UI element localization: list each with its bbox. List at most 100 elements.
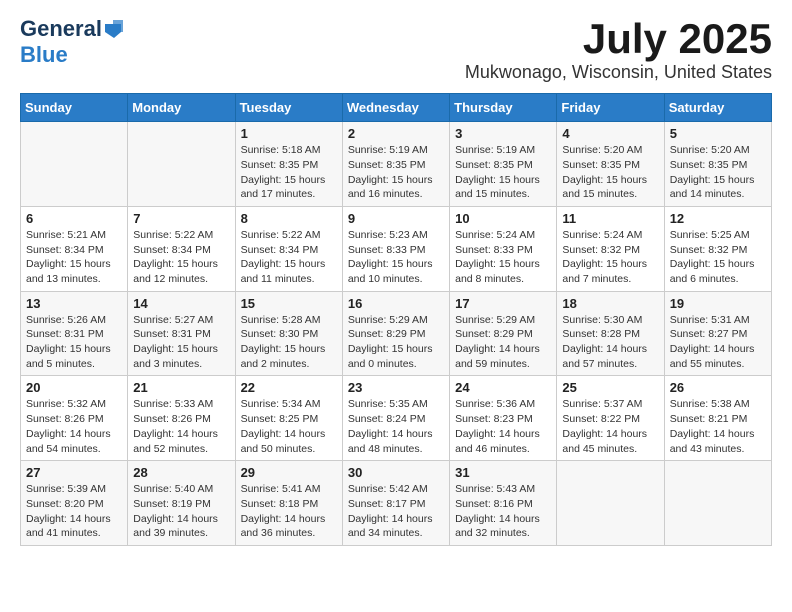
calendar-cell: 25 Sunrise: 5:37 AM Sunset: 8:22 PM Dayli…	[557, 376, 664, 461]
logo-text-general: General	[20, 16, 102, 42]
calendar-cell: 11Sunrise: 5:24 AM Sunset: 8:32 PM Dayli…	[557, 206, 664, 291]
day-header-sunday: Sunday	[21, 94, 128, 122]
day-info: Sunrise: 5:19 AM Sunset: 8:35 PM Dayligh…	[348, 143, 444, 202]
day-info: Sunrise: 5:19 AM Sunset: 8:35 PM Dayligh…	[455, 143, 551, 202]
calendar-cell: 31Sunrise: 5:43 AM Sunset: 8:16 PM Dayli…	[450, 461, 557, 546]
day-info: Sunrise: 5:38 AM Sunset: 8:21 PM Dayligh…	[670, 397, 766, 456]
calendar-cell: 12Sunrise: 5:25 AM Sunset: 8:32 PM Dayli…	[664, 206, 771, 291]
day-info: Sunrise: 5:41 AM Sunset: 8:18 PM Dayligh…	[241, 482, 337, 541]
day-number: 13	[26, 296, 122, 311]
day-number: 17	[455, 296, 551, 311]
day-number: 29	[241, 465, 337, 480]
calendar-week-row: 6 Sunrise: 5:21 AM Sunset: 8:34 PM Daylig…	[21, 206, 772, 291]
calendar-cell: 28 Sunrise: 5:40 AM Sunset: 8:19 PM Dayli…	[128, 461, 235, 546]
day-info: Sunrise: 5:22 AM Sunset: 8:34 PM Dayligh…	[241, 228, 337, 287]
day-number: 18	[562, 296, 658, 311]
day-header-thursday: Thursday	[450, 94, 557, 122]
day-number: 14	[133, 296, 229, 311]
calendar-cell: 29 Sunrise: 5:41 AM Sunset: 8:18 PM Dayli…	[235, 461, 342, 546]
day-info: Sunrise: 5:30 AM Sunset: 8:28 PM Dayligh…	[562, 313, 658, 372]
calendar-cell: 18 Sunrise: 5:30 AM Sunset: 8:28 PM Dayli…	[557, 291, 664, 376]
day-number: 10	[455, 211, 551, 226]
calendar-cell: 27 Sunrise: 5:39 AM Sunset: 8:20 PM Dayli…	[21, 461, 128, 546]
day-info: Sunrise: 5:20 AM Sunset: 8:35 PM Dayligh…	[670, 143, 766, 202]
calendar-cell: 26 Sunrise: 5:38 AM Sunset: 8:21 PM Dayli…	[664, 376, 771, 461]
day-header-friday: Friday	[557, 94, 664, 122]
calendar-cell: 13 Sunrise: 5:26 AM Sunset: 8:31 PM Dayli…	[21, 291, 128, 376]
title-block: July 2025 Mukwonago, Wisconsin, United S…	[465, 16, 772, 83]
calendar-cell: 8 Sunrise: 5:22 AM Sunset: 8:34 PM Daylig…	[235, 206, 342, 291]
calendar-cell: 21 Sunrise: 5:33 AM Sunset: 8:26 PM Dayli…	[128, 376, 235, 461]
day-info: Sunrise: 5:36 AM Sunset: 8:23 PM Dayligh…	[455, 397, 551, 456]
day-info: Sunrise: 5:20 AM Sunset: 8:35 PM Dayligh…	[562, 143, 658, 202]
logo: General Blue	[20, 16, 125, 68]
day-number: 25	[562, 380, 658, 395]
day-header-saturday: Saturday	[664, 94, 771, 122]
calendar-cell: 14Sunrise: 5:27 AM Sunset: 8:31 PM Dayli…	[128, 291, 235, 376]
day-info: Sunrise: 5:39 AM Sunset: 8:20 PM Dayligh…	[26, 482, 122, 541]
day-info: Sunrise: 5:29 AM Sunset: 8:29 PM Dayligh…	[455, 313, 551, 372]
day-info: Sunrise: 5:26 AM Sunset: 8:31 PM Dayligh…	[26, 313, 122, 372]
day-number: 30	[348, 465, 444, 480]
day-info: Sunrise: 5:37 AM Sunset: 8:22 PM Dayligh…	[562, 397, 658, 456]
calendar-cell	[664, 461, 771, 546]
day-number: 1	[241, 126, 337, 141]
calendar-cell: 1Sunrise: 5:18 AM Sunset: 8:35 PM Daylig…	[235, 122, 342, 207]
day-number: 6	[26, 211, 122, 226]
calendar-cell	[557, 461, 664, 546]
day-number: 23	[348, 380, 444, 395]
day-number: 5	[670, 126, 766, 141]
page-header: General Blue July 2025 Mukwonago, Wiscon…	[20, 16, 772, 83]
calendar-cell: 23 Sunrise: 5:35 AM Sunset: 8:24 PM Dayli…	[342, 376, 449, 461]
day-number: 15	[241, 296, 337, 311]
calendar-cell: 4 Sunrise: 5:20 AM Sunset: 8:35 PM Daylig…	[557, 122, 664, 207]
day-info: Sunrise: 5:40 AM Sunset: 8:19 PM Dayligh…	[133, 482, 229, 541]
calendar-cell: 15Sunrise: 5:28 AM Sunset: 8:30 PM Dayli…	[235, 291, 342, 376]
calendar-week-row: 1Sunrise: 5:18 AM Sunset: 8:35 PM Daylig…	[21, 122, 772, 207]
day-info: Sunrise: 5:23 AM Sunset: 8:33 PM Dayligh…	[348, 228, 444, 287]
day-number: 16	[348, 296, 444, 311]
calendar-cell	[21, 122, 128, 207]
day-info: Sunrise: 5:31 AM Sunset: 8:27 PM Dayligh…	[670, 313, 766, 372]
day-info: Sunrise: 5:35 AM Sunset: 8:24 PM Dayligh…	[348, 397, 444, 456]
day-number: 9	[348, 211, 444, 226]
day-number: 7	[133, 211, 229, 226]
day-number: 19	[670, 296, 766, 311]
calendar-week-row: 27 Sunrise: 5:39 AM Sunset: 8:20 PM Dayli…	[21, 461, 772, 546]
day-number: 28	[133, 465, 229, 480]
calendar-cell: 3 Sunrise: 5:19 AM Sunset: 8:35 PM Daylig…	[450, 122, 557, 207]
day-info: Sunrise: 5:21 AM Sunset: 8:34 PM Dayligh…	[26, 228, 122, 287]
day-number: 12	[670, 211, 766, 226]
calendar-cell: 30Sunrise: 5:42 AM Sunset: 8:17 PM Dayli…	[342, 461, 449, 546]
day-number: 27	[26, 465, 122, 480]
calendar-table: SundayMondayTuesdayWednesdayThursdayFrid…	[20, 93, 772, 546]
calendar-week-row: 13 Sunrise: 5:26 AM Sunset: 8:31 PM Dayli…	[21, 291, 772, 376]
day-header-tuesday: Tuesday	[235, 94, 342, 122]
calendar-cell: 5 Sunrise: 5:20 AM Sunset: 8:35 PM Daylig…	[664, 122, 771, 207]
day-header-monday: Monday	[128, 94, 235, 122]
day-number: 22	[241, 380, 337, 395]
day-info: Sunrise: 5:33 AM Sunset: 8:26 PM Dayligh…	[133, 397, 229, 456]
day-number: 21	[133, 380, 229, 395]
day-info: Sunrise: 5:24 AM Sunset: 8:32 PM Dayligh…	[562, 228, 658, 287]
logo-arrow-icon	[103, 18, 125, 40]
day-info: Sunrise: 5:32 AM Sunset: 8:26 PM Dayligh…	[26, 397, 122, 456]
page-subtitle: Mukwonago, Wisconsin, United States	[465, 62, 772, 83]
day-number: 8	[241, 211, 337, 226]
day-info: Sunrise: 5:24 AM Sunset: 8:33 PM Dayligh…	[455, 228, 551, 287]
day-number: 4	[562, 126, 658, 141]
logo-text-blue: Blue	[20, 42, 68, 67]
calendar-cell: 7Sunrise: 5:22 AM Sunset: 8:34 PM Daylig…	[128, 206, 235, 291]
day-info: Sunrise: 5:34 AM Sunset: 8:25 PM Dayligh…	[241, 397, 337, 456]
calendar-cell: 10 Sunrise: 5:24 AM Sunset: 8:33 PM Dayli…	[450, 206, 557, 291]
calendar-cell: 16 Sunrise: 5:29 AM Sunset: 8:29 PM Dayli…	[342, 291, 449, 376]
page-title: July 2025	[465, 16, 772, 62]
day-number: 26	[670, 380, 766, 395]
day-number: 20	[26, 380, 122, 395]
calendar-cell: 19 Sunrise: 5:31 AM Sunset: 8:27 PM Dayli…	[664, 291, 771, 376]
calendar-week-row: 20 Sunrise: 5:32 AM Sunset: 8:26 PM Dayli…	[21, 376, 772, 461]
day-number: 3	[455, 126, 551, 141]
day-number: 2	[348, 126, 444, 141]
day-info: Sunrise: 5:29 AM Sunset: 8:29 PM Dayligh…	[348, 313, 444, 372]
calendar-cell: 17 Sunrise: 5:29 AM Sunset: 8:29 PM Dayli…	[450, 291, 557, 376]
